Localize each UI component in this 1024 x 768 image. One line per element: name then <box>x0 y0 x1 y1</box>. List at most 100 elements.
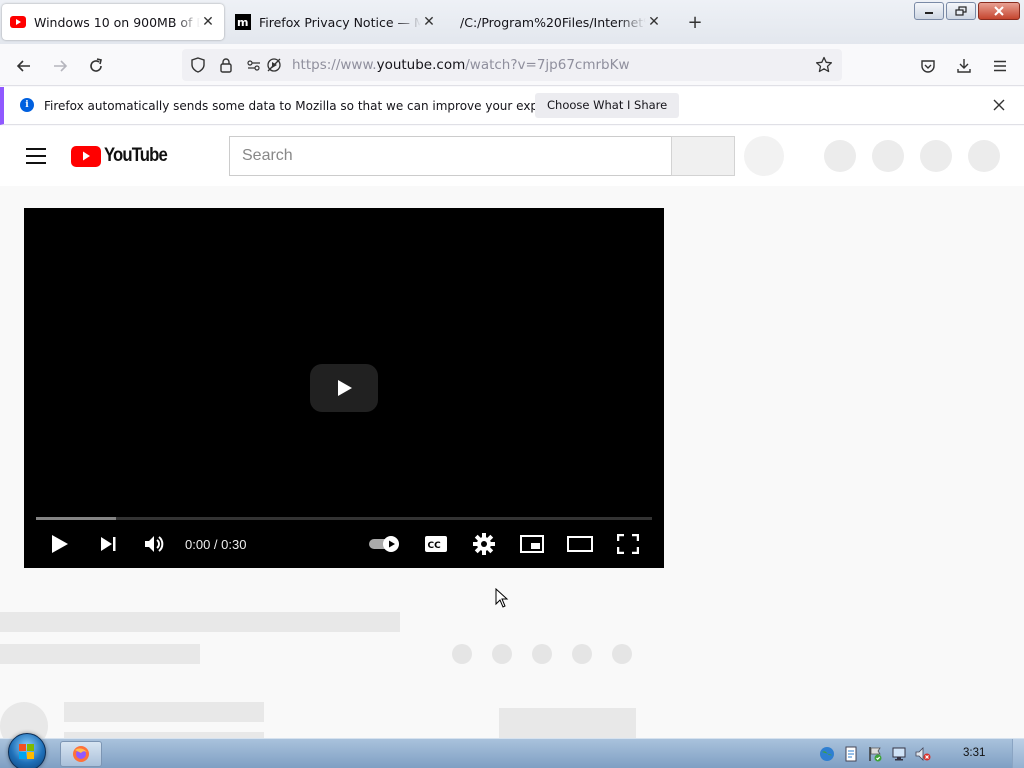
miniplayer-icon <box>520 535 544 553</box>
close-tab-icon[interactable]: ✕ <box>646 14 662 30</box>
system-tray <box>818 745 932 763</box>
svg-text:m: m <box>237 16 248 29</box>
downloads-button[interactable] <box>950 52 978 80</box>
search-box[interactable] <box>229 136 672 176</box>
subscribe-skeleton <box>499 708 636 738</box>
window-controls <box>914 2 1020 20</box>
next-button[interactable] <box>94 530 122 558</box>
lock-icon[interactable] <box>216 55 236 75</box>
tab-title: Firefox Privacy Notice — Mozilla <box>259 14 421 30</box>
firefox-icon <box>73 746 89 762</box>
header-button-placeholder[interactable] <box>920 140 952 172</box>
action-skeleton <box>532 644 552 664</box>
avatar-placeholder[interactable] <box>968 140 1000 172</box>
fullscreen-icon <box>617 534 639 554</box>
youtube-favicon-icon <box>10 14 26 30</box>
tab-youtube[interactable]: Windows 10 on 900MB of Disk S ✕ <box>2 4 224 40</box>
close-window-button[interactable] <box>978 2 1020 20</box>
autoplay-blocked-icon[interactable] <box>264 55 284 75</box>
mozilla-favicon-icon: m <box>235 14 251 30</box>
taskbar-firefox-button[interactable] <box>60 741 102 767</box>
tab-local-file[interactable]: /C:/Program%20Files/Internet%20E ✕ <box>452 4 670 40</box>
network-monitor-icon[interactable] <box>890 745 908 763</box>
action-center-flag-icon[interactable] <box>866 745 884 763</box>
data-collection-notification-bar: i Firefox automatically sends some data … <box>0 87 1024 125</box>
mouse-cursor-icon <box>495 588 509 608</box>
close-tab-icon[interactable]: ✕ <box>200 14 216 30</box>
search-button[interactable] <box>671 136 735 176</box>
navigation-toolbar: https://www.youtube.com/watch?v=7jp67cmr… <box>0 44 1024 86</box>
windows-taskbar: 3:31 <box>0 733 1024 768</box>
tracking-protection-shield-icon[interactable] <box>188 55 208 75</box>
buffered-bar <box>36 517 117 520</box>
youtube-logo[interactable]: YouTube <box>71 145 175 167</box>
bookmark-star-icon[interactable] <box>814 55 834 75</box>
mute-button[interactable] <box>141 530 169 558</box>
action-skeleton <box>492 644 512 664</box>
play-icon <box>52 535 68 553</box>
close-notification-icon[interactable] <box>990 96 1008 114</box>
hamburger-menu-icon <box>994 60 1006 72</box>
time-display: 0:00 / 0:30 <box>185 537 247 552</box>
download-icon <box>957 59 971 73</box>
progress-bar[interactable] <box>36 517 652 520</box>
speaker-muted-icon[interactable] <box>914 745 932 763</box>
document-icon[interactable] <box>842 745 860 763</box>
permissions-icon[interactable] <box>244 55 264 75</box>
guide-menu-icon[interactable] <box>26 148 46 164</box>
show-desktop-button[interactable] <box>1012 739 1024 768</box>
app-menu-button[interactable] <box>986 52 1014 80</box>
minimize-button[interactable] <box>914 2 944 20</box>
video-player[interactable]: 0:00 / 0:30 CC <box>24 208 664 568</box>
url-path: /watch?v=7jp67cmrbKw <box>465 57 630 73</box>
voice-search-placeholder[interactable] <box>744 136 784 176</box>
closed-captions-icon: CC <box>425 536 447 552</box>
play-button[interactable] <box>46 530 74 558</box>
back-button[interactable] <box>10 52 38 80</box>
close-tab-icon[interactable]: ✕ <box>421 14 437 30</box>
back-arrow-icon <box>16 60 30 72</box>
autoplay-toggle-icon <box>369 536 399 552</box>
choose-what-i-share-button[interactable]: Choose What I Share <box>535 93 680 118</box>
youtube-wordmark: YouTube <box>104 145 168 166</box>
pocket-icon <box>921 60 935 73</box>
fullscreen-button[interactable] <box>614 530 642 558</box>
reload-button[interactable] <box>82 52 110 80</box>
start-button[interactable] <box>8 733 46 768</box>
action-skeleton <box>452 644 472 664</box>
play-icon <box>338 380 352 396</box>
search-input[interactable] <box>230 137 671 175</box>
autoplay-toggle[interactable] <box>368 530 404 558</box>
header-button-placeholder[interactable] <box>824 140 856 172</box>
url-prefix: https://www. <box>292 57 377 73</box>
channel-name-skeleton <box>64 702 264 722</box>
address-bar[interactable]: https://www.youtube.com/watch?v=7jp67cmr… <box>182 49 842 81</box>
forward-button[interactable] <box>46 52 74 80</box>
tab-privacy-notice[interactable]: m Firefox Privacy Notice — Mozilla ✕ <box>227 4 445 40</box>
subtitle-skeleton <box>0 644 200 664</box>
new-tab-button[interactable]: + <box>685 12 705 33</box>
pocket-button[interactable] <box>914 52 942 80</box>
taskbar-clock[interactable]: 3:31 <box>963 747 985 759</box>
gear-icon <box>473 533 495 555</box>
theater-mode-button[interactable] <box>566 530 594 558</box>
settings-button[interactable] <box>470 530 498 558</box>
url-text[interactable]: https://www.youtube.com/watch?v=7jp67cmr… <box>292 57 630 73</box>
youtube-header: YouTube <box>0 126 1024 186</box>
tab-strip: Windows 10 on 900MB of Disk S ✕ m Firefo… <box>0 0 1024 44</box>
miniplayer-button[interactable] <box>518 530 546 558</box>
restore-button[interactable] <box>946 2 976 20</box>
youtube-page: YouTube 0:00 / 0:30 CC <box>0 126 1024 738</box>
skip-next-icon <box>101 537 116 551</box>
subtitles-button[interactable]: CC <box>422 530 450 558</box>
large-play-button[interactable] <box>310 364 378 412</box>
tab-title: Windows 10 on 900MB of Disk S <box>34 14 200 30</box>
action-skeleton <box>612 644 632 664</box>
reload-icon <box>90 58 102 72</box>
volume-icon <box>145 536 164 552</box>
header-button-placeholder[interactable] <box>872 140 904 172</box>
forward-arrow-icon <box>54 60 68 72</box>
network-globe-icon[interactable] <box>818 745 836 763</box>
theater-mode-icon <box>567 536 593 552</box>
youtube-play-logo-icon <box>71 145 101 167</box>
